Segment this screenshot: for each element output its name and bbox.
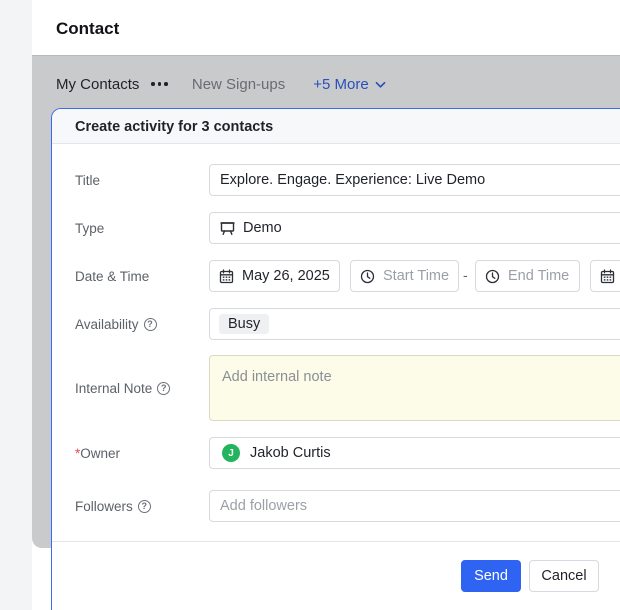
dialog-footer-divider xyxy=(52,541,620,542)
title-input[interactable]: Explore. Engage. Experience: Live Demo xyxy=(209,164,620,196)
type-select-value: Demo xyxy=(243,220,282,236)
owner-select-value: Jakob Curtis xyxy=(250,445,331,461)
tab-more-views[interactable]: +5 More xyxy=(313,75,386,93)
datetime-label-text: Date & Time xyxy=(75,269,150,284)
more-options-icon[interactable] xyxy=(151,82,168,86)
availability-label: Availability ? xyxy=(75,317,157,332)
tab-more-label: +5 More xyxy=(313,75,369,93)
time-range-separator: - xyxy=(463,267,468,283)
start-time-picker[interactable]: Start Time xyxy=(350,260,459,292)
internal-note-label: Internal Note ? xyxy=(75,381,171,396)
datetime-label: Date & Time xyxy=(75,269,149,284)
followers-input[interactable]: Add followers xyxy=(209,490,620,522)
create-activity-dialog: Create activity for 3 contacts Title Exp… xyxy=(51,108,620,610)
help-icon[interactable]: ? xyxy=(143,318,157,331)
internal-note-placeholder: Add internal note xyxy=(222,369,332,385)
tab-my-contacts-label: My Contacts xyxy=(56,75,140,93)
date-picker[interactable]: May 26, 2025 xyxy=(209,260,340,292)
followers-label-text: Followers xyxy=(75,499,133,514)
owner-select[interactable]: J Jakob Curtis xyxy=(209,437,620,469)
type-label: Type xyxy=(75,221,104,236)
date-picker-value: May 26, 2025 xyxy=(242,268,330,284)
tab-my-contacts[interactable]: My Contacts xyxy=(56,76,168,93)
app-header: Contact xyxy=(32,0,620,56)
chevron-down-icon xyxy=(375,81,386,88)
availability-busy-chip: Busy xyxy=(219,314,270,334)
start-time-placeholder: Start Time xyxy=(383,268,450,284)
clock-icon xyxy=(485,269,500,283)
help-icon[interactable]: ? xyxy=(157,382,171,395)
page-title: Contact xyxy=(56,19,120,38)
clock-icon xyxy=(360,269,375,283)
end-time-picker[interactable]: End Time xyxy=(475,260,580,292)
calendar-icon xyxy=(600,268,615,283)
type-select[interactable]: Demo xyxy=(209,212,620,244)
owner-label: *Owner xyxy=(75,446,120,461)
help-icon[interactable]: ? xyxy=(137,500,151,513)
availability-label-text: Availability xyxy=(75,317,139,332)
internal-note-label-text: Internal Note xyxy=(75,381,153,396)
availability-select[interactable]: Busy xyxy=(209,308,620,340)
contact-view-tabs: My Contacts New Sign-ups +5 More xyxy=(56,74,386,94)
title-label: Title xyxy=(75,173,100,188)
owner-label-text: Owner xyxy=(80,446,121,461)
end-time-placeholder: End Time xyxy=(508,268,570,284)
end-date-picker[interactable] xyxy=(590,260,620,292)
avatar: J xyxy=(222,444,240,462)
dialog-header: Create activity for 3 contacts xyxy=(52,109,620,144)
presentation-icon xyxy=(220,221,235,235)
tab-new-signups[interactable]: New Sign-ups xyxy=(192,76,285,93)
cancel-button[interactable]: Cancel xyxy=(529,560,599,592)
followers-label: Followers ? xyxy=(75,499,151,514)
send-button[interactable]: Send xyxy=(461,560,521,592)
title-input-value: Explore. Engage. Experience: Live Demo xyxy=(220,172,486,188)
left-background-strip xyxy=(0,0,32,610)
dialog-title: Create activity for 3 contacts xyxy=(75,119,274,135)
internal-note-textarea[interactable]: Add internal note xyxy=(209,355,620,421)
title-label-text: Title xyxy=(75,173,101,188)
calendar-icon xyxy=(219,268,234,283)
type-label-text: Type xyxy=(75,221,105,236)
followers-placeholder: Add followers xyxy=(220,498,308,514)
